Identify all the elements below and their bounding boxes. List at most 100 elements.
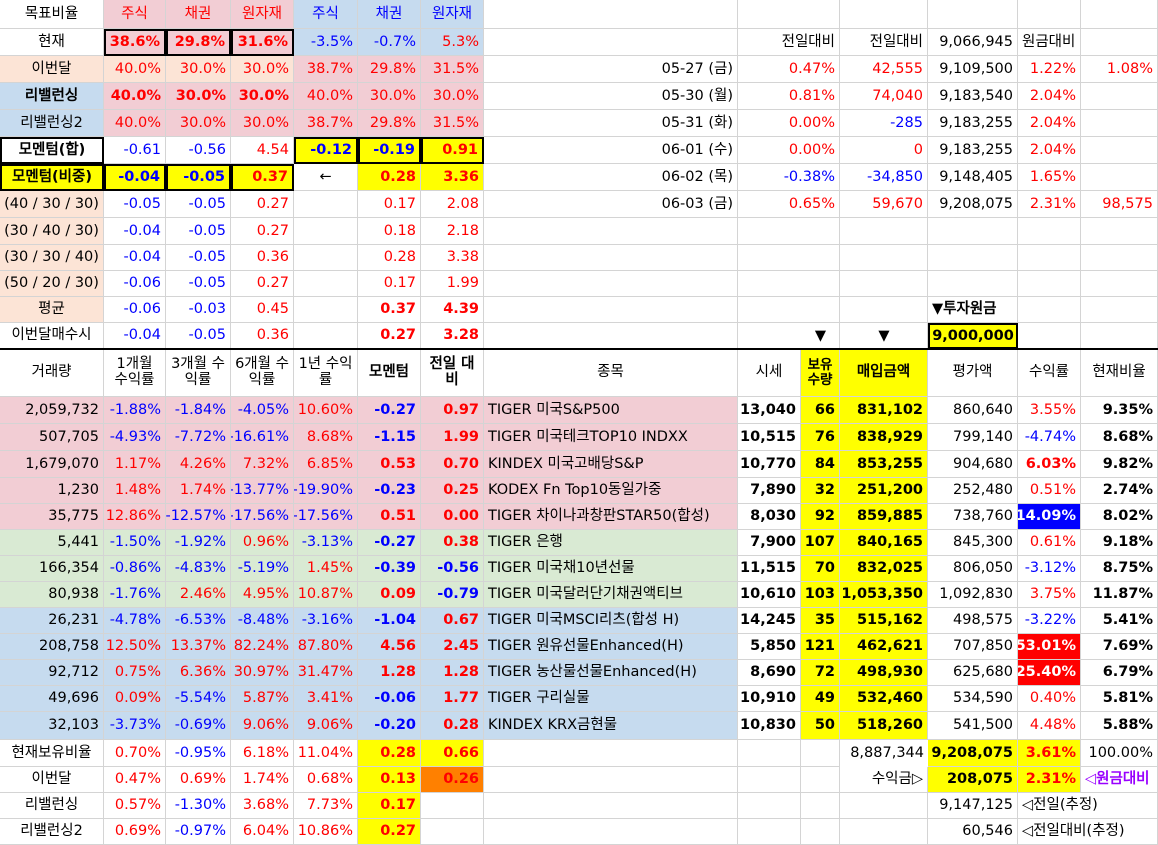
empty-cell[interactable] xyxy=(840,245,928,271)
purchase-amount[interactable]: 840,165 xyxy=(840,530,928,556)
return-m6[interactable]: -8.48% xyxy=(231,608,294,634)
ratio-value[interactable]: -0.56 xyxy=(166,137,231,164)
current-ratio[interactable]: 7.69% xyxy=(1081,634,1158,660)
return-rate[interactable]: -3.12% xyxy=(1018,556,1081,582)
header-target-ratio[interactable]: 목표비율 xyxy=(0,0,104,29)
ratio-value[interactable]: 30.0% xyxy=(166,110,231,137)
summary-momentum[interactable]: 0.17 xyxy=(358,793,421,819)
daily-change[interactable]: 2.45 xyxy=(421,634,484,660)
header-vs-principal[interactable]: 원금대비 xyxy=(1018,29,1081,56)
empty-cell[interactable] xyxy=(738,819,801,845)
daily-amt[interactable]: 59,670 xyxy=(840,191,928,218)
purchase-amount[interactable]: 838,929 xyxy=(840,424,928,451)
quantity[interactable]: 72 xyxy=(801,660,840,686)
return-rate[interactable]: 53.01% xyxy=(1018,634,1081,660)
return-m1[interactable]: 1.48% xyxy=(104,478,166,504)
ticker-name[interactable]: KINDEX 미국고배당S&P xyxy=(484,451,738,478)
return-y1[interactable]: 1.45% xyxy=(294,556,358,582)
return-m1[interactable]: 0.75% xyxy=(104,660,166,686)
momentum-value[interactable]: 30.0% xyxy=(358,83,421,110)
daily-extra[interactable] xyxy=(1081,164,1158,191)
header-ratio[interactable]: 현재비율 xyxy=(1081,349,1158,397)
empty-cell[interactable] xyxy=(1081,297,1158,323)
price[interactable]: 11,515 xyxy=(738,556,801,582)
momentum-sum[interactable]: -0.19 xyxy=(358,137,421,164)
current-ratio[interactable]: 9.82% xyxy=(1081,451,1158,478)
ratio-value[interactable]: 38.6% xyxy=(104,29,166,56)
return-rate[interactable]: 4.48% xyxy=(1018,712,1081,740)
price[interactable]: 8,690 xyxy=(738,660,801,686)
summary-return[interactable]: -1.30% xyxy=(166,793,231,819)
daily-amt[interactable]: -285 xyxy=(840,110,928,137)
momentum[interactable]: 0.09 xyxy=(358,582,421,608)
return-rate[interactable]: -3.22% xyxy=(1018,608,1081,634)
ratio-value[interactable]: -0.04 xyxy=(104,245,166,271)
daily-pct[interactable]: 0.81% xyxy=(738,83,840,110)
empty-cell[interactable] xyxy=(484,767,738,793)
scenario-value[interactable]: 0.28 xyxy=(358,245,421,271)
momentum[interactable]: -0.27 xyxy=(358,397,421,424)
daily-change[interactable]: -0.56 xyxy=(421,556,484,582)
empty-cell[interactable] xyxy=(484,29,738,56)
return-m1[interactable]: 1.17% xyxy=(104,451,166,478)
empty-cell[interactable] xyxy=(484,740,738,767)
header-target-2[interactable]: 원자재 xyxy=(231,0,294,29)
summary-return[interactable]: 3.68% xyxy=(231,793,294,819)
empty-cell[interactable] xyxy=(484,323,738,349)
evaluation[interactable]: 860,640 xyxy=(928,397,1018,424)
daily-return[interactable]: 2.04% xyxy=(1018,137,1081,164)
empty-cell[interactable] xyxy=(738,740,801,767)
purchase-amount[interactable]: 831,102 xyxy=(840,397,928,424)
quantity[interactable]: 35 xyxy=(801,608,840,634)
summary-return[interactable]: 7.73% xyxy=(294,793,358,819)
return-m6[interactable]: -16.61% xyxy=(231,424,294,451)
current-ratio[interactable]: 5.41% xyxy=(1081,608,1158,634)
arrow-down-icon[interactable]: ▼ xyxy=(801,323,840,349)
estimated-label[interactable]: ◁전일(추정) xyxy=(1018,793,1158,819)
empty-cell[interactable] xyxy=(294,271,358,297)
current-ratio[interactable]: 8.75% xyxy=(1081,556,1158,582)
purchase-amount[interactable]: 518,260 xyxy=(840,712,928,740)
summary-return[interactable]: 10.86% xyxy=(294,819,358,845)
volume[interactable]: 166,354 xyxy=(0,556,104,582)
return-rate[interactable]: 0.61% xyxy=(1018,530,1081,556)
momentum-sum[interactable]: -0.12 xyxy=(294,137,358,164)
ticker-name[interactable]: TIGER 차이나과창판STAR50(합성) xyxy=(484,504,738,530)
return-m3[interactable]: -12.57% xyxy=(166,504,231,530)
ticker-name[interactable]: TIGER 미국채10년선물 xyxy=(484,556,738,582)
ticker-name[interactable]: TIGER 농산물선물Enhanced(H) xyxy=(484,660,738,686)
momentum-value[interactable]: 38.7% xyxy=(294,110,358,137)
summary-daily[interactable] xyxy=(421,819,484,845)
header-6m[interactable]: 6개월 수익률 xyxy=(231,349,294,397)
ratio-value[interactable]: 0.27 xyxy=(231,218,294,245)
momentum-weight[interactable]: 0.28 xyxy=(358,164,421,191)
evaluation[interactable]: 738,760 xyxy=(928,504,1018,530)
purchase-amount[interactable]: 853,255 xyxy=(840,451,928,478)
ratio-value[interactable]: 0.45 xyxy=(231,297,294,323)
quantity[interactable]: 32 xyxy=(801,478,840,504)
ratio-value[interactable]: 30.0% xyxy=(231,83,294,110)
scenario-value[interactable]: 0.37 xyxy=(358,297,421,323)
ratio-value[interactable]: -0.05 xyxy=(166,218,231,245)
empty-cell[interactable] xyxy=(484,245,738,271)
ticker-name[interactable]: TIGER 은행 xyxy=(484,530,738,556)
principal-value[interactable]: 9,000,000 xyxy=(928,323,1018,349)
return-y1[interactable]: 6.85% xyxy=(294,451,358,478)
total-evaluation[interactable]: 9,208,075 xyxy=(928,740,1018,767)
return-m6[interactable]: 7.32% xyxy=(231,451,294,478)
header-buy[interactable]: 매입금액 xyxy=(840,349,928,397)
scenario-value[interactable]: 0.18 xyxy=(358,218,421,245)
header-daily-amt[interactable]: 전일대비 xyxy=(840,29,928,56)
current-ratio[interactable]: 2.74% xyxy=(1081,478,1158,504)
daily-return[interactable]: 2.04% xyxy=(1018,110,1081,137)
purchase-amount[interactable]: 251,200 xyxy=(840,478,928,504)
summary-return[interactable]: 0.47% xyxy=(104,767,166,793)
return-m3[interactable]: -5.54% xyxy=(166,686,231,712)
empty-cell[interactable] xyxy=(928,0,1018,29)
momentum-value[interactable]: 38.7% xyxy=(294,56,358,83)
empty-cell[interactable] xyxy=(294,218,358,245)
volume[interactable]: 26,231 xyxy=(0,608,104,634)
return-m6[interactable]: 5.87% xyxy=(231,686,294,712)
return-m1[interactable]: -3.73% xyxy=(104,712,166,740)
return-m1[interactable]: -1.88% xyxy=(104,397,166,424)
